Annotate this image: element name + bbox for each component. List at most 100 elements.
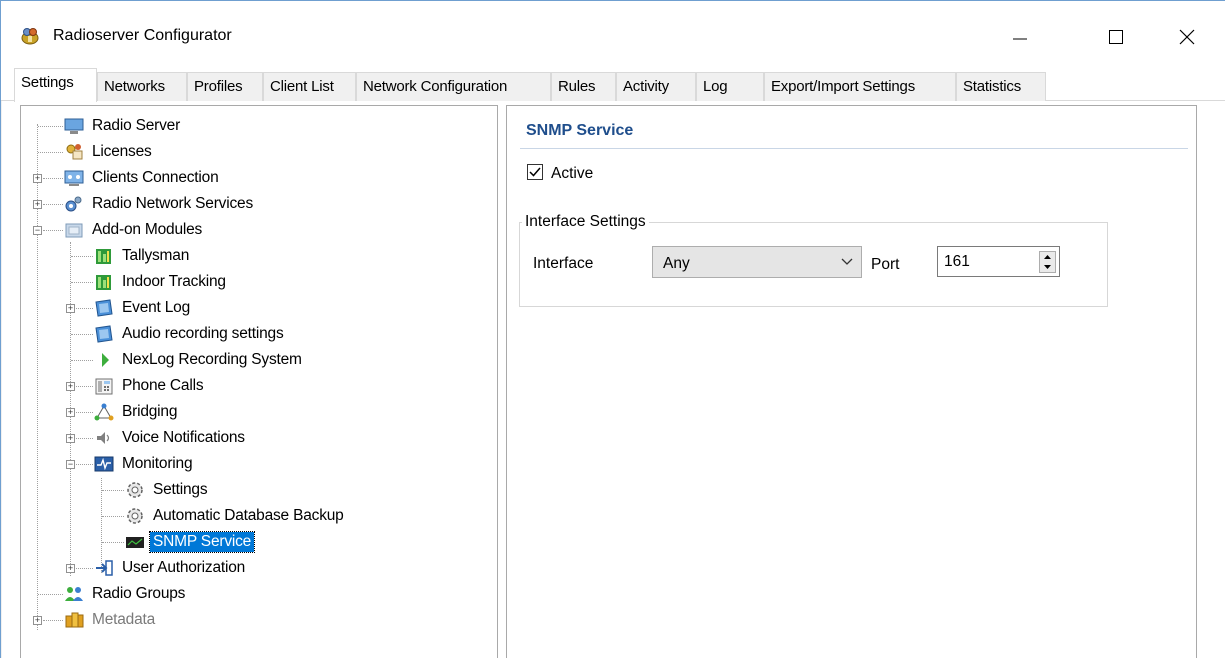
network-services-icon [65, 196, 82, 212]
section-divider [520, 148, 1188, 149]
phone-calls-icon [95, 378, 113, 395]
tree-connector [38, 126, 63, 127]
port-label: Port [871, 256, 900, 273]
tree-connector [102, 516, 124, 517]
tree-expander-plus[interactable]: + [66, 434, 75, 443]
monitoring-icon [94, 456, 114, 472]
tree-item-nexlog-recording-system[interactable]: NexLog Recording System [93, 348, 305, 372]
tree-connector [71, 360, 93, 361]
tree-connector [43, 230, 63, 231]
tree-item-radio-groups[interactable]: Radio Groups [63, 582, 188, 606]
tree-expander-minus[interactable]: − [33, 226, 42, 235]
port-increment-button[interactable] [1040, 252, 1055, 262]
tab-strip: Settings Networks Profiles Client List N… [1, 65, 1225, 102]
app-window: Radioserver Configurator Settings Networ… [0, 0, 1225, 658]
close-button[interactable] [1164, 15, 1210, 59]
interface-selected-value: Any [663, 255, 690, 272]
tree-connector [76, 568, 93, 569]
active-checkbox[interactable] [527, 164, 543, 180]
tree-connector [76, 412, 93, 413]
interface-label: Interface [533, 255, 594, 272]
bridging-icon [94, 403, 114, 421]
tab-rules[interactable]: Rules [551, 72, 616, 101]
tree-expander-plus[interactable]: + [66, 304, 75, 313]
tree-expander-minus[interactable]: − [66, 460, 75, 469]
tree-item-radio-server[interactable]: Radio Server [63, 114, 183, 138]
port-value[interactable]: 161 [944, 253, 970, 271]
tree-expander-plus[interactable]: + [66, 382, 75, 391]
indoor-tracking-icon [96, 275, 111, 290]
audio-recording-icon [95, 325, 113, 343]
radio-groups-icon [65, 587, 83, 601]
snmp-service-panel: SNMP Service Active Interface Settings I… [506, 105, 1197, 658]
tab-activity[interactable]: Activity [616, 72, 696, 101]
tab-client-list[interactable]: Client List [263, 72, 356, 101]
tree-expander-plus[interactable]: + [33, 616, 42, 625]
tree-connector [71, 282, 93, 283]
tree-connector [76, 386, 93, 387]
close-icon [1179, 29, 1195, 45]
maximize-button[interactable] [1093, 15, 1139, 59]
tree-item-clients-connection[interactable]: Clients Connection [63, 166, 222, 190]
snmp-icon [126, 537, 144, 548]
licenses-icon [66, 144, 83, 160]
tab-settings[interactable]: Settings [14, 68, 97, 102]
gear-icon [127, 508, 143, 524]
tree-item-metadata[interactable]: Metadata [63, 608, 158, 632]
port-decrement-button[interactable] [1040, 262, 1055, 272]
tree-expander-plus[interactable]: + [33, 200, 42, 209]
tree-item-radio-network-services[interactable]: Radio Network Services [63, 192, 256, 216]
tree-item-voice-notifications[interactable]: Voice Notifications [93, 426, 248, 450]
tree-connector [43, 178, 63, 179]
metadata-icon [65, 612, 84, 628]
tree-item-user-authorization[interactable]: User Authorization [93, 556, 248, 580]
tree-connector [71, 256, 93, 257]
server-icon [64, 118, 84, 134]
tree-item-licenses[interactable]: Licenses [63, 140, 155, 164]
tree-item-add-on-modules[interactable]: Add-on Modules [63, 218, 205, 242]
port-spinner[interactable]: 161 [937, 246, 1060, 277]
tree-item-snmp-service[interactable]: SNMP Service [124, 530, 256, 554]
tab-statistics[interactable]: Statistics [956, 72, 1046, 101]
settings-tree[interactable]: + + − + + + + − + + Radio Server License… [20, 105, 498, 658]
tree-connector [76, 464, 93, 465]
interface-dropdown[interactable]: Any [652, 246, 862, 278]
tab-export-import-settings[interactable]: Export/Import Settings [764, 72, 956, 101]
speaker-icon [97, 432, 110, 444]
tab-networks[interactable]: Networks [97, 72, 187, 101]
tree-item-audio-recording-settings[interactable]: Audio recording settings [93, 322, 287, 346]
chevron-down-icon [841, 258, 853, 265]
gear-icon [127, 482, 143, 498]
tree-item-automatic-database-backup[interactable]: Automatic Database Backup [124, 504, 347, 528]
tree-expander-plus[interactable]: + [66, 408, 75, 417]
event-log-icon [95, 299, 113, 317]
tree-item-monitoring[interactable]: Monitoring [93, 452, 195, 476]
port-spin-buttons[interactable] [1039, 251, 1056, 273]
tree-connector [102, 542, 124, 543]
tree-connector [38, 594, 63, 595]
clients-connection-icon [64, 170, 84, 186]
caret-down-icon [1044, 265, 1051, 269]
tree-item-tallysman[interactable]: Tallysman [93, 244, 192, 268]
addon-modules-icon [65, 223, 83, 238]
active-checkbox-label[interactable]: Active [551, 165, 593, 183]
tree-item-bridging[interactable]: Bridging [93, 400, 180, 424]
tree-connector [43, 620, 63, 621]
title-bar: Radioserver Configurator [1, 1, 1225, 65]
tree-expander-plus[interactable]: + [66, 564, 75, 573]
tree-expander-plus[interactable]: + [33, 174, 42, 183]
tree-item-event-log[interactable]: Event Log [93, 296, 193, 320]
tab-log[interactable]: Log [696, 72, 764, 101]
tree-item-indoor-tracking[interactable]: Indoor Tracking [93, 270, 229, 294]
interface-settings-title: Interface Settings [522, 213, 649, 231]
tree-connector [71, 334, 93, 335]
user-authorization-icon [96, 560, 113, 576]
tree-connector [43, 204, 63, 205]
tree-connector [76, 438, 93, 439]
radioserver-app-icon [21, 28, 39, 45]
tree-item-monitoring-settings[interactable]: Settings [124, 478, 210, 502]
tab-network-configuration[interactable]: Network Configuration [356, 72, 551, 101]
minimize-button[interactable] [997, 15, 1043, 59]
tree-item-phone-calls[interactable]: Phone Calls [93, 374, 206, 398]
tab-profiles[interactable]: Profiles [187, 72, 263, 101]
